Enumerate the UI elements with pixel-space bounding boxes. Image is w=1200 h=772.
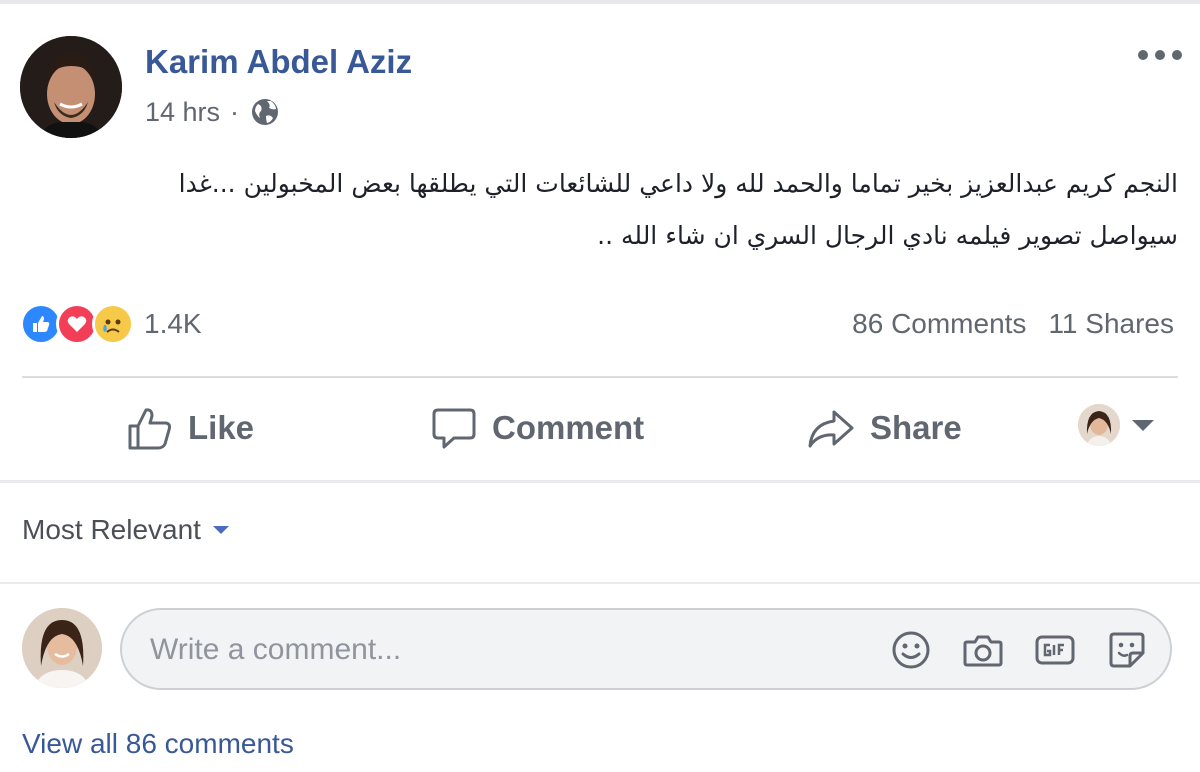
composer-icons bbox=[890, 629, 1148, 671]
comment-button[interactable]: Comment bbox=[430, 400, 644, 456]
divider bbox=[22, 376, 1178, 378]
comment-sort-label: Most Relevant bbox=[22, 514, 201, 545]
reactions-summary[interactable]: 1.4K bbox=[20, 302, 202, 346]
post-text-line: النجم كريم عبدالعزيز بخير تماما والحمد ل… bbox=[178, 169, 1178, 198]
like-button[interactable]: Like bbox=[126, 400, 254, 456]
post-meta: 14 hrs · bbox=[145, 94, 281, 130]
chevron-down-icon bbox=[212, 526, 229, 534]
shares-count-link[interactable]: 11 Shares bbox=[1048, 308, 1174, 340]
comment-input[interactable] bbox=[148, 610, 852, 690]
comment-bubble-icon bbox=[432, 408, 476, 449]
sad-icon bbox=[92, 303, 134, 345]
camera-icon[interactable] bbox=[962, 629, 1004, 671]
author-name[interactable]: Karim Abdel Aziz bbox=[145, 42, 412, 82]
comment-label: Comment bbox=[492, 409, 645, 446]
share-arrow-icon bbox=[808, 410, 854, 448]
sticker-icon[interactable] bbox=[1106, 629, 1148, 671]
author-avatar[interactable] bbox=[20, 36, 122, 138]
reaction-count[interactable]: 1.4K bbox=[144, 308, 202, 340]
comment-composer bbox=[120, 608, 1172, 690]
section-divider bbox=[0, 480, 1200, 483]
like-label: Like bbox=[188, 409, 255, 446]
thumbs-up-icon bbox=[128, 408, 172, 450]
gif-icon[interactable] bbox=[1034, 629, 1076, 671]
chevron-down-icon bbox=[1132, 419, 1154, 431]
section-divider bbox=[0, 582, 1200, 584]
share-button[interactable]: Share bbox=[806, 400, 962, 456]
user-avatar bbox=[1078, 404, 1120, 446]
ellipsis-icon[interactable] bbox=[1138, 44, 1182, 66]
engagement-counts: 86 Comments 11 Shares bbox=[852, 304, 1174, 344]
comments-count-link[interactable]: 86 Comments bbox=[852, 308, 1026, 340]
comment-sort-dropdown[interactable]: Most Relevant bbox=[22, 514, 229, 546]
view-all-comments-link[interactable]: View all 86 comments bbox=[22, 728, 294, 760]
react-as-selector[interactable] bbox=[1078, 404, 1154, 446]
share-label: Share bbox=[870, 409, 962, 446]
facebook-post-card: Karim Abdel Aziz 14 hrs · النجم كريم عبد… bbox=[0, 0, 1200, 772]
meta-separator: · bbox=[230, 96, 240, 127]
post-text-line: سيواصل تصوير فيلمه نادي الرجال السري ان … bbox=[597, 221, 1178, 250]
post-timestamp[interactable]: 14 hrs bbox=[145, 97, 220, 128]
globe-icon[interactable] bbox=[249, 96, 281, 128]
post-text: النجم كريم عبدالعزيز بخير تماما والحمد ل… bbox=[22, 158, 1178, 262]
composer-avatar bbox=[22, 608, 102, 688]
emoji-icon[interactable] bbox=[890, 629, 932, 671]
top-border bbox=[0, 0, 1200, 4]
